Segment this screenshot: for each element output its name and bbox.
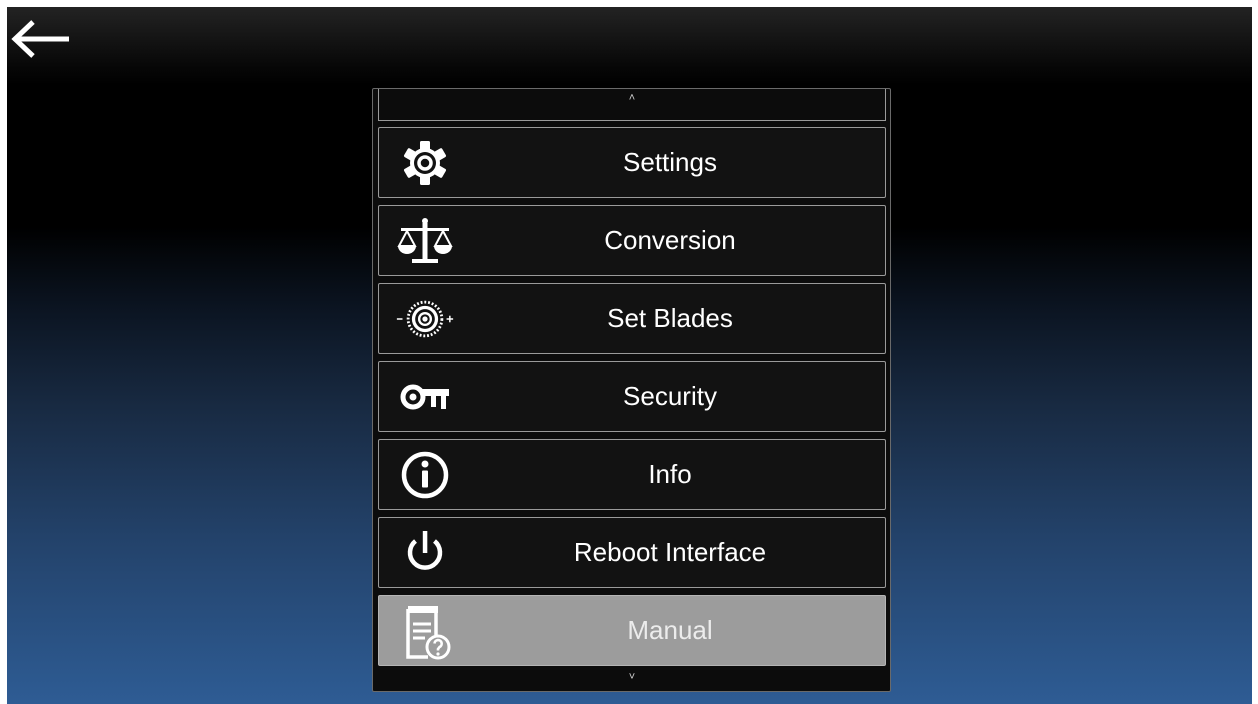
menu-item-reboot-interface[interactable]: Reboot Interface [378,517,886,588]
menu-item-label: Security [623,381,717,411]
menu-item-info[interactable]: Info [378,439,886,510]
menu-item-conversion[interactable]: Conversion [378,205,886,276]
menu-item-settings[interactable]: Settings [378,127,886,198]
menu-item-label: Manual [627,615,713,645]
menu-item-label: Set Blades [607,303,733,333]
menu-item-label: Conversion [604,225,736,255]
menu-item-label: Settings [623,147,717,177]
menu-item-security[interactable]: Security [378,361,886,432]
menu-panel: ˄ Settings Conversion Set Blades Securit… [372,88,891,692]
app-screen: ˄ Settings Conversion Set Blades Securit… [7,7,1252,704]
menu-item-set-blades[interactable]: Set Blades [378,283,886,354]
menu-item-label: Info [648,459,692,489]
back-button[interactable] [7,15,75,63]
chevron-up-icon: ˄ [628,92,636,104]
chevron-down-icon: ˅ [628,671,636,683]
left-arrow-icon [11,20,69,58]
scroll-up-button[interactable]: ˄ [378,89,886,121]
menu-item-label: Reboot Interface [573,537,767,567]
scroll-down-button[interactable]: ˅ [378,669,886,689]
menu-item-manual[interactable]: Manual [378,595,886,666]
